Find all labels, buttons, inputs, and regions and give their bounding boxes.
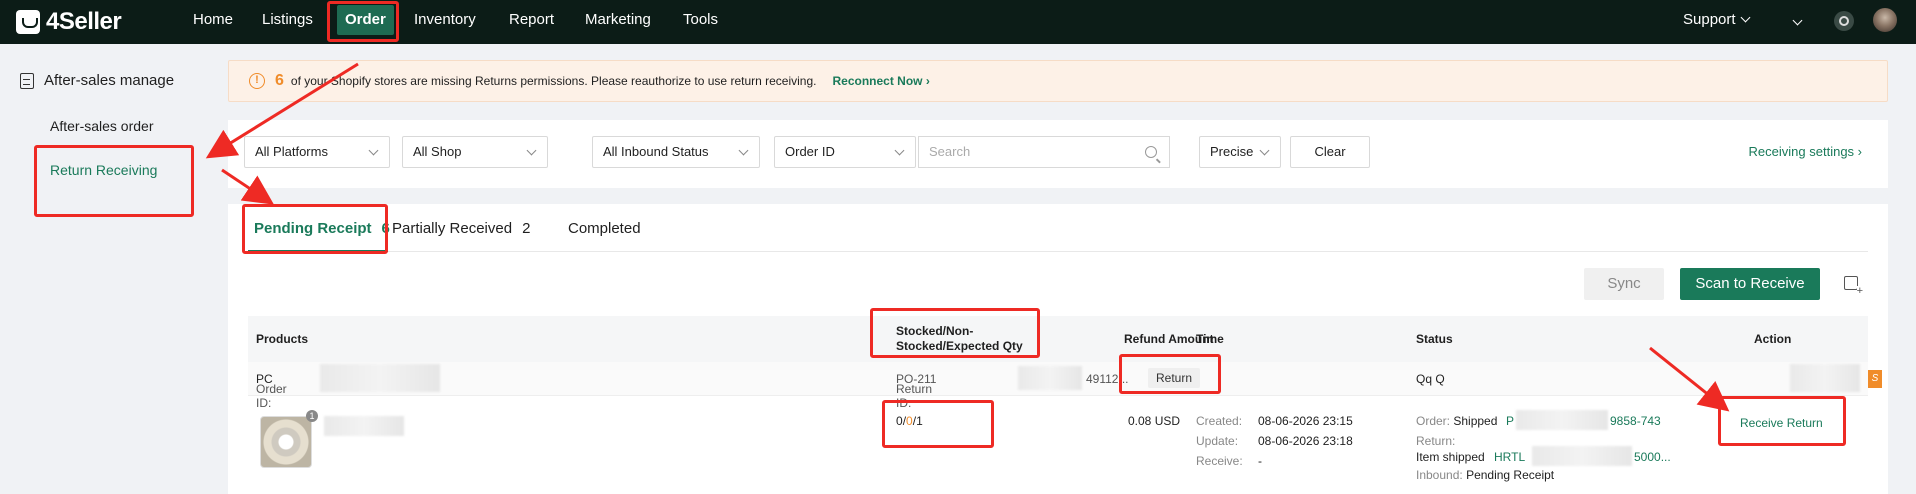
annotation-arrows (205, 62, 1730, 412)
arrow-to-receive-return (1649, 346, 1730, 412)
arrow-order-to-return-receiving (205, 62, 359, 159)
arrow-to-pending-tab (221, 168, 274, 205)
